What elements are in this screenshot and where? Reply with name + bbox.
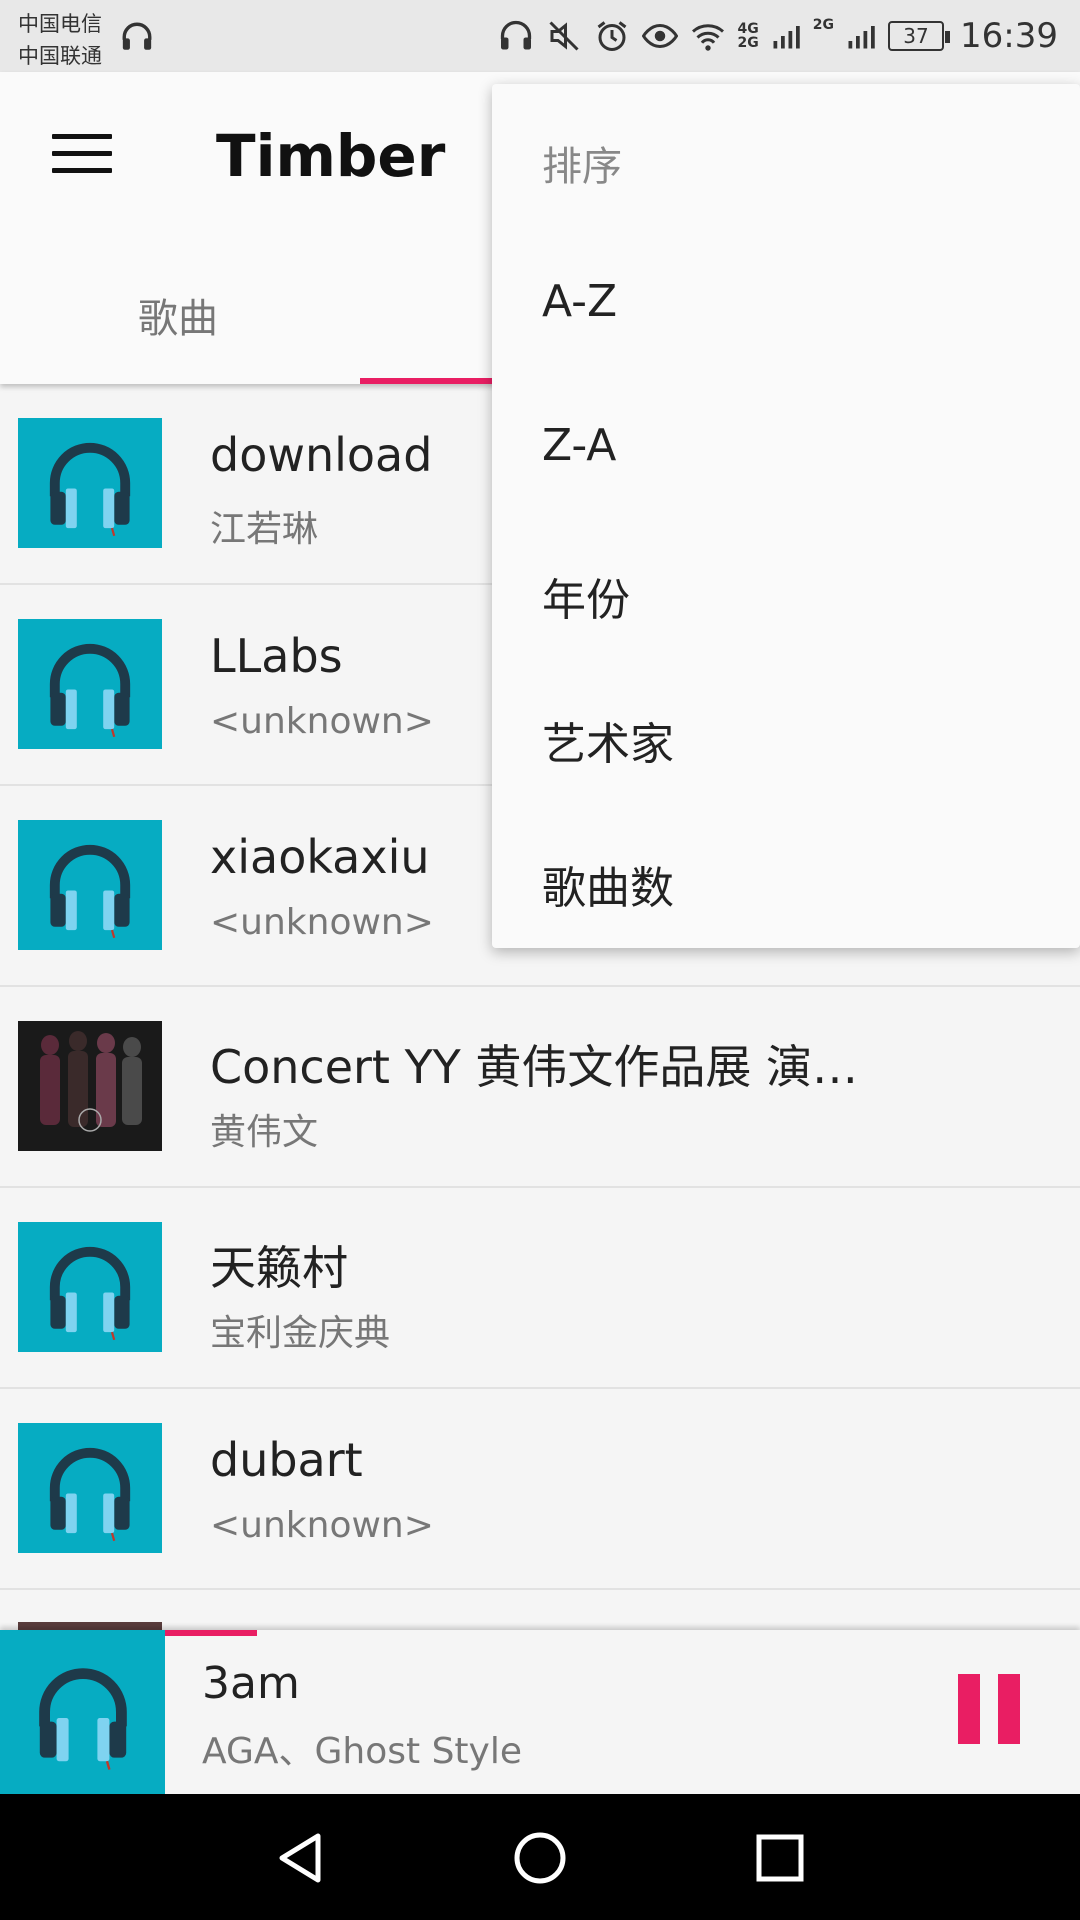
app-title: Timber (216, 122, 446, 190)
song-title: LLabs (210, 629, 343, 683)
alarm-icon (597, 21, 626, 51)
signal-icon (773, 26, 800, 49)
album-cover-image (18, 1021, 162, 1151)
album-art (18, 820, 162, 950)
signal-icon (848, 26, 875, 49)
album-art (18, 1423, 162, 1553)
eye-icon (641, 23, 678, 49)
sort-option-a-z[interactable]: A-Z (542, 276, 617, 327)
headphones-icon (38, 1668, 127, 1770)
headphones-icon (49, 844, 131, 939)
song-title: download (210, 428, 433, 482)
clock: 16:39 (960, 16, 1058, 56)
back-icon[interactable] (260, 1818, 340, 1898)
album-art (18, 1021, 162, 1151)
sort-option-year[interactable]: 年份 (542, 564, 630, 628)
song-artist: 江若琳 (210, 509, 319, 550)
sort-menu: 排序 A-Z Z-A 年份 艺术家 歌曲数 (492, 84, 1080, 948)
status-bar: 中国电信 中国联通 4G 2G 2G 37 16:39 (0, 0, 1080, 72)
headphones-icon (49, 643, 131, 738)
now-playing-art (0, 1630, 165, 1794)
status-icons: 4G 2G 2G 37 16:39 (498, 14, 1058, 58)
list-item[interactable]: dubart <unknown> (0, 1389, 1080, 1590)
song-title: 天籁村 (210, 1241, 348, 1295)
song-artist: <unknown> (210, 1505, 434, 1546)
system-nav-bar (0, 1794, 1080, 1920)
song-artist: 黄伟文 (210, 1112, 319, 1153)
battery-icon: 37 (888, 21, 951, 51)
song-title: Concert YY 黄伟文作品展 演… (210, 1040, 859, 1094)
album-art (18, 418, 162, 548)
tab-songs[interactable]: 歌曲 (138, 286, 218, 344)
carrier-1: 中国电信 (18, 12, 102, 36)
song-artist: 宝利金庆典 (210, 1313, 391, 1354)
headphones-icon (49, 442, 131, 537)
headphones-icon (49, 1447, 131, 1542)
list-item[interactable]: 天籁村 宝利金庆典 (0, 1188, 1080, 1389)
mute-icon (548, 21, 579, 51)
pause-icon (958, 1674, 980, 1744)
song-title: dubart (210, 1433, 363, 1487)
song-artist: <unknown> (210, 902, 434, 943)
menu-icon[interactable] (52, 134, 112, 178)
album-art (18, 619, 162, 749)
sort-option-song-count[interactable]: 歌曲数 (542, 852, 674, 916)
carrier-2: 中国联通 (18, 44, 102, 68)
list-item[interactable]: Concert YY 黄伟文作品展 演… 黄伟文 (0, 987, 1080, 1188)
album-art (18, 1222, 162, 1352)
network-type-label: 4G 2G (737, 21, 759, 51)
now-playing-artist: AGA、Ghost Style (202, 1731, 522, 1772)
headset-icon (500, 20, 531, 50)
recents-icon[interactable] (740, 1818, 820, 1898)
playback-progress[interactable] (165, 1630, 257, 1636)
home-icon[interactable] (500, 1818, 580, 1898)
wifi-icon (691, 24, 724, 51)
headset-icon (122, 22, 152, 50)
now-playing-title: 3am (202, 1658, 300, 1709)
sort-option-z-a[interactable]: Z-A (542, 420, 616, 471)
sort-option-artist[interactable]: 艺术家 (542, 708, 674, 772)
headphones-icon (49, 1246, 131, 1341)
network-type-label-2: 2G (812, 17, 835, 33)
sort-menu-header: 排序 (542, 144, 622, 190)
song-artist: <unknown> (210, 701, 434, 742)
now-playing-bar[interactable]: 3am AGA、Ghost Style (0, 1630, 1080, 1794)
song-title: xiaokaxiu (210, 830, 430, 884)
pause-button[interactable] (958, 1674, 1020, 1744)
